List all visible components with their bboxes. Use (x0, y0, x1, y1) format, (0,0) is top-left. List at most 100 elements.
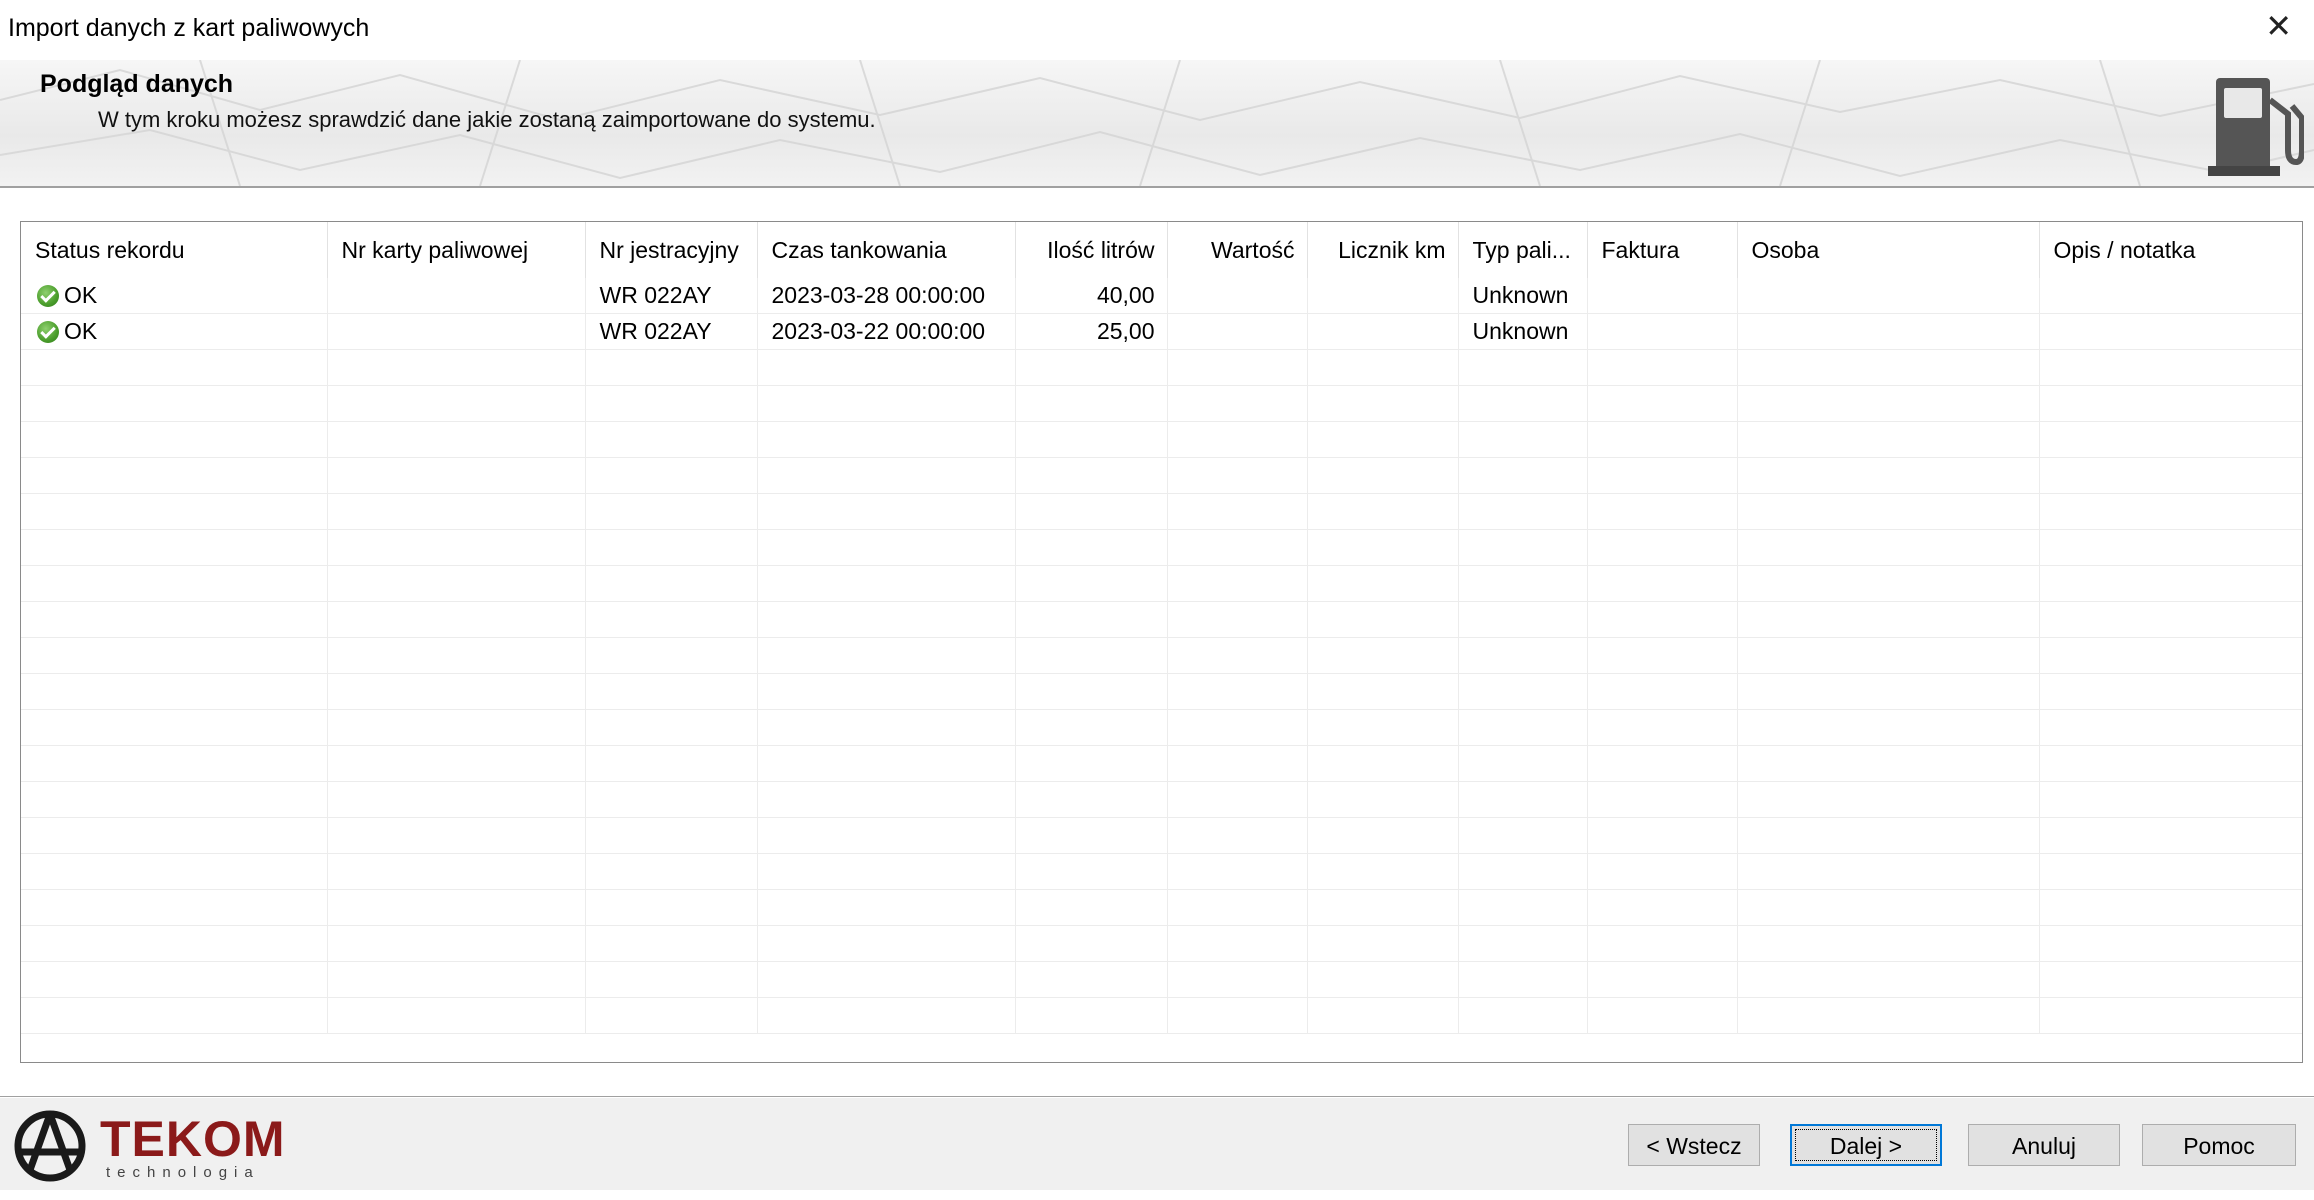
col-header-reg[interactable]: Nr jestracyjny (585, 222, 758, 278)
empty-cell (1458, 421, 1588, 458)
empty-cell (1587, 673, 1738, 710)
empty-cell (585, 457, 758, 494)
empty-cell (1458, 529, 1588, 566)
col-header-invoice[interactable]: Faktura (1587, 222, 1738, 278)
empty-cell (757, 889, 1016, 926)
value-cell (1167, 278, 1308, 314)
km-cell (1307, 278, 1459, 314)
col-header-km[interactable]: Licznik km (1307, 222, 1459, 278)
empty-cell (585, 673, 758, 710)
empty-cell (327, 709, 586, 746)
empty-cell (1167, 565, 1308, 602)
table-row[interactable]: OK WR 022AY 2023-03-28 00:00:00 40,00 Un… (21, 278, 2302, 314)
check-circle-icon (37, 321, 59, 343)
col-header-value[interactable]: Wartość (1167, 222, 1308, 278)
empty-cell (327, 493, 586, 530)
empty-cell (1167, 925, 1308, 962)
empty-row (21, 709, 2302, 746)
empty-cell (1307, 961, 1459, 998)
empty-cell (757, 745, 1016, 782)
empty-cell (757, 961, 1016, 998)
empty-cell (585, 817, 758, 854)
empty-cell (585, 889, 758, 926)
empty-cell (1307, 349, 1459, 386)
empty-cell (585, 961, 758, 998)
empty-row (21, 817, 2302, 854)
logo-tagline: technologia (106, 1164, 260, 1181)
col-header-fuel[interactable]: Typ pali... (1458, 222, 1588, 278)
empty-cell (1737, 889, 2040, 926)
card-cell (327, 313, 586, 350)
col-header-card[interactable]: Nr karty paliwowej (327, 222, 586, 278)
window-title: Import danych z kart paliwowych (8, 14, 370, 42)
col-header-liters[interactable]: Ilość litrów (1015, 222, 1168, 278)
tekom-logo: TEKOM technologia (8, 1108, 285, 1182)
empty-cell (2039, 421, 2302, 458)
empty-row (21, 637, 2302, 674)
empty-cell (21, 709, 328, 746)
empty-cell (2039, 529, 2302, 566)
empty-cell (327, 457, 586, 494)
empty-cell (1458, 565, 1588, 602)
empty-cell (585, 781, 758, 818)
empty-cell (757, 853, 1016, 890)
empty-cell (21, 997, 328, 1034)
note-cell (2039, 313, 2302, 350)
empty-cell (21, 781, 328, 818)
tekom-logo-icon (14, 1110, 86, 1182)
help-button[interactable]: Pomoc (2142, 1124, 2296, 1166)
empty-cell (1015, 781, 1168, 818)
check-circle-icon (37, 285, 59, 307)
empty-cell (1307, 853, 1459, 890)
records-grid[interactable]: Status rekordu Nr karty paliwowej Nr jes… (20, 221, 2303, 1063)
col-header-person[interactable]: Osoba (1737, 222, 2040, 278)
empty-cell (2039, 817, 2302, 854)
col-header-time[interactable]: Czas tankowania (757, 222, 1016, 278)
time-cell: 2023-03-28 00:00:00 (757, 278, 1016, 314)
empty-cell (757, 997, 1016, 1034)
next-button[interactable]: Dalej > (1790, 1124, 1942, 1166)
back-button[interactable]: < Wstecz (1628, 1124, 1760, 1166)
empty-cell (21, 385, 328, 422)
empty-cell (21, 421, 328, 458)
person-cell (1737, 278, 2040, 314)
empty-cell (1015, 709, 1168, 746)
close-icon[interactable]: ✕ (2265, 10, 2292, 42)
col-header-status[interactable]: Status rekordu (21, 222, 328, 278)
empty-cell (1587, 421, 1738, 458)
empty-cell (1015, 817, 1168, 854)
empty-cell (1167, 349, 1308, 386)
empty-cell (1737, 781, 2040, 818)
empty-cell (1015, 565, 1168, 602)
empty-cell (1587, 889, 1738, 926)
empty-cell (1167, 853, 1308, 890)
empty-cell (1167, 781, 1308, 818)
empty-cell (757, 421, 1016, 458)
empty-cell (327, 529, 586, 566)
empty-cell (1015, 889, 1168, 926)
empty-cell (1167, 709, 1308, 746)
empty-cell (1458, 493, 1588, 530)
empty-cell (757, 601, 1016, 638)
empty-cell (1307, 889, 1459, 926)
empty-cell (21, 601, 328, 638)
empty-cell (2039, 961, 2302, 998)
empty-row (21, 673, 2302, 710)
empty-cell (1307, 637, 1459, 674)
empty-cell (757, 637, 1016, 674)
empty-cell (585, 637, 758, 674)
empty-cell (1015, 457, 1168, 494)
page-subtitle: W tym kroku możesz sprawdzić dane jakie … (98, 107, 876, 132)
empty-cell (1307, 493, 1459, 530)
empty-cell (2039, 637, 2302, 674)
empty-cell (1587, 349, 1738, 386)
empty-cell (1307, 565, 1459, 602)
col-header-note[interactable]: Opis / notatka (2039, 222, 2302, 278)
empty-cell (1015, 997, 1168, 1034)
empty-cell (1458, 601, 1588, 638)
cancel-button[interactable]: Anuluj (1968, 1124, 2120, 1166)
empty-cell (1167, 997, 1308, 1034)
empty-cell (1458, 961, 1588, 998)
table-row[interactable]: OK WR 022AY 2023-03-22 00:00:00 25,00 Un… (21, 313, 2302, 350)
empty-cell (757, 385, 1016, 422)
